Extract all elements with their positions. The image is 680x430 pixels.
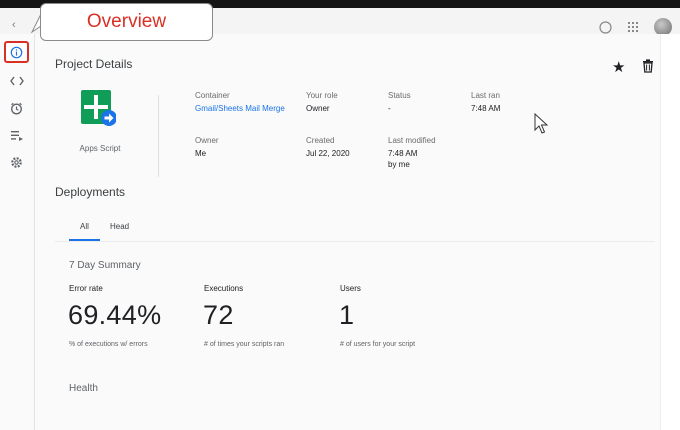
code-icon: [9, 76, 24, 86]
error-rate-description: % of executions w/ errors: [69, 341, 148, 348]
last-modified-label: Last modified: [388, 136, 436, 145]
sidebar-item-overview[interactable]: [4, 41, 29, 63]
deployments-heading: Deployments: [55, 185, 126, 199]
summary-heading: 7 Day Summary: [69, 260, 141, 271]
sidebar: [0, 34, 35, 430]
created-value: Jul 22, 2020: [306, 149, 350, 158]
executions-value: 72: [203, 300, 234, 330]
last-modified-value: 7:48 AM: [388, 149, 418, 158]
details-divider: [158, 95, 159, 177]
role-label: Your role: [306, 91, 338, 100]
back-chevron-icon[interactable]: ‹: [12, 19, 16, 31]
health-heading: Health: [69, 383, 98, 394]
main-content: [35, 34, 660, 430]
trash-icon[interactable]: [642, 59, 654, 78]
users-description: # of users for your script: [340, 341, 416, 348]
tabs-divider: [55, 241, 655, 242]
apps-grid-icon[interactable]: [626, 20, 640, 34]
app-type-label: Apps Script: [79, 144, 121, 153]
role-value: Owner: [306, 104, 330, 113]
last-modified-by: by me: [388, 160, 410, 169]
sidebar-item-settings[interactable]: [4, 151, 29, 173]
last-ran-label: Last ran: [471, 91, 500, 100]
created-label: Created: [306, 136, 335, 145]
owner-value: Me: [195, 149, 207, 158]
error-rate-value: 69.44%: [68, 300, 162, 330]
tab-head[interactable]: Head: [110, 222, 129, 231]
error-rate-label: Error rate: [69, 284, 103, 293]
apps-script-logo-icon: [81, 90, 116, 126]
users-label: Users: [340, 284, 361, 293]
scrollbar[interactable]: [660, 34, 680, 430]
owner-label: Owner: [195, 136, 219, 145]
gear-icon: [11, 156, 22, 168]
help-icon[interactable]: [598, 20, 612, 34]
status-label: Status: [388, 91, 411, 100]
executions-list-icon: [10, 130, 23, 141]
executions-description: # of times your scripts ran: [204, 341, 285, 348]
sidebar-item-executions[interactable]: [4, 124, 29, 146]
tab-all[interactable]: All: [80, 222, 89, 231]
users-value: 1: [339, 300, 355, 330]
executions-label: Executions: [204, 284, 244, 293]
alarm-clock-icon: [11, 102, 22, 114]
sidebar-item-triggers[interactable]: [4, 97, 29, 119]
mouse-pointer-icon: [534, 113, 548, 134]
sidebar-item-editor[interactable]: [4, 70, 29, 92]
project-details-heading: Project Details: [55, 57, 133, 71]
overview-callout: Overview: [40, 3, 213, 41]
last-ran-value: 7:48 AM: [471, 104, 501, 113]
star-icon[interactable]: ★: [612, 58, 625, 76]
info-icon: [10, 46, 23, 58]
status-value: -: [388, 104, 391, 113]
container-label: Container: [195, 91, 230, 100]
container-link[interactable]: Gmail/Sheets Mail Merge: [195, 104, 285, 113]
